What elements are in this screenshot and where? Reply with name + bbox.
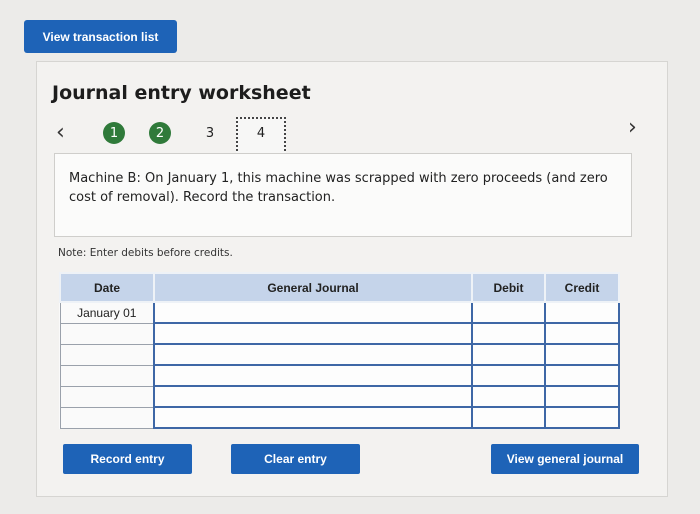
journal-table: Date General Journal Debit Credit Januar… — [59, 272, 620, 429]
credit-input[interactable] — [544, 301, 620, 324]
credit-input[interactable] — [544, 385, 620, 408]
table-row: January 01 — [59, 301, 620, 324]
account-input[interactable] — [153, 301, 473, 324]
debit-input[interactable] — [471, 406, 546, 429]
credit-input[interactable] — [544, 406, 620, 429]
table-row — [59, 406, 620, 429]
clear-entry-button[interactable]: Clear entry — [231, 444, 360, 474]
debit-input[interactable] — [471, 364, 546, 387]
date-cell[interactable] — [59, 322, 155, 345]
table-row — [59, 385, 620, 408]
debit-input[interactable] — [471, 343, 546, 366]
debit-input[interactable] — [471, 322, 546, 345]
account-input[interactable] — [153, 385, 473, 408]
credit-input[interactable] — [544, 364, 620, 387]
step-3-button[interactable]: 3 — [199, 122, 221, 144]
step-2-button[interactable]: 2 — [149, 122, 171, 144]
account-input[interactable] — [153, 343, 473, 366]
chevron-left-icon[interactable]: ‹ — [56, 122, 65, 144]
record-entry-button[interactable]: Record entry — [63, 444, 192, 474]
credit-input[interactable] — [544, 343, 620, 366]
column-header-general-journal: General Journal — [153, 272, 473, 303]
column-header-date: Date — [59, 272, 155, 303]
table-header-row: Date General Journal Debit Credit — [59, 272, 620, 303]
worksheet-title: Journal entry worksheet — [52, 82, 311, 104]
debit-input[interactable] — [471, 301, 546, 324]
credit-input[interactable] — [544, 322, 620, 345]
view-general-journal-button[interactable]: View general journal — [491, 444, 639, 474]
account-input[interactable] — [153, 322, 473, 345]
date-cell[interactable] — [59, 406, 155, 429]
date-cell[interactable] — [59, 364, 155, 387]
view-transaction-list-button[interactable]: View transaction list — [24, 20, 177, 53]
account-input[interactable] — [153, 364, 473, 387]
column-header-credit: Credit — [544, 272, 620, 303]
table-row — [59, 322, 620, 345]
step-1-button[interactable]: 1 — [103, 122, 125, 144]
entry-note: Note: Enter debits before credits. — [58, 247, 233, 259]
table-row — [59, 364, 620, 387]
table-row — [59, 343, 620, 366]
chevron-right-icon[interactable]: › — [628, 117, 637, 139]
date-cell[interactable] — [59, 385, 155, 408]
debit-input[interactable] — [471, 385, 546, 408]
date-cell[interactable] — [59, 343, 155, 366]
date-cell[interactable]: January 01 — [59, 301, 155, 324]
transaction-description: Machine B: On January 1, this machine wa… — [54, 153, 632, 237]
account-input[interactable] — [153, 406, 473, 429]
column-header-debit: Debit — [471, 272, 546, 303]
